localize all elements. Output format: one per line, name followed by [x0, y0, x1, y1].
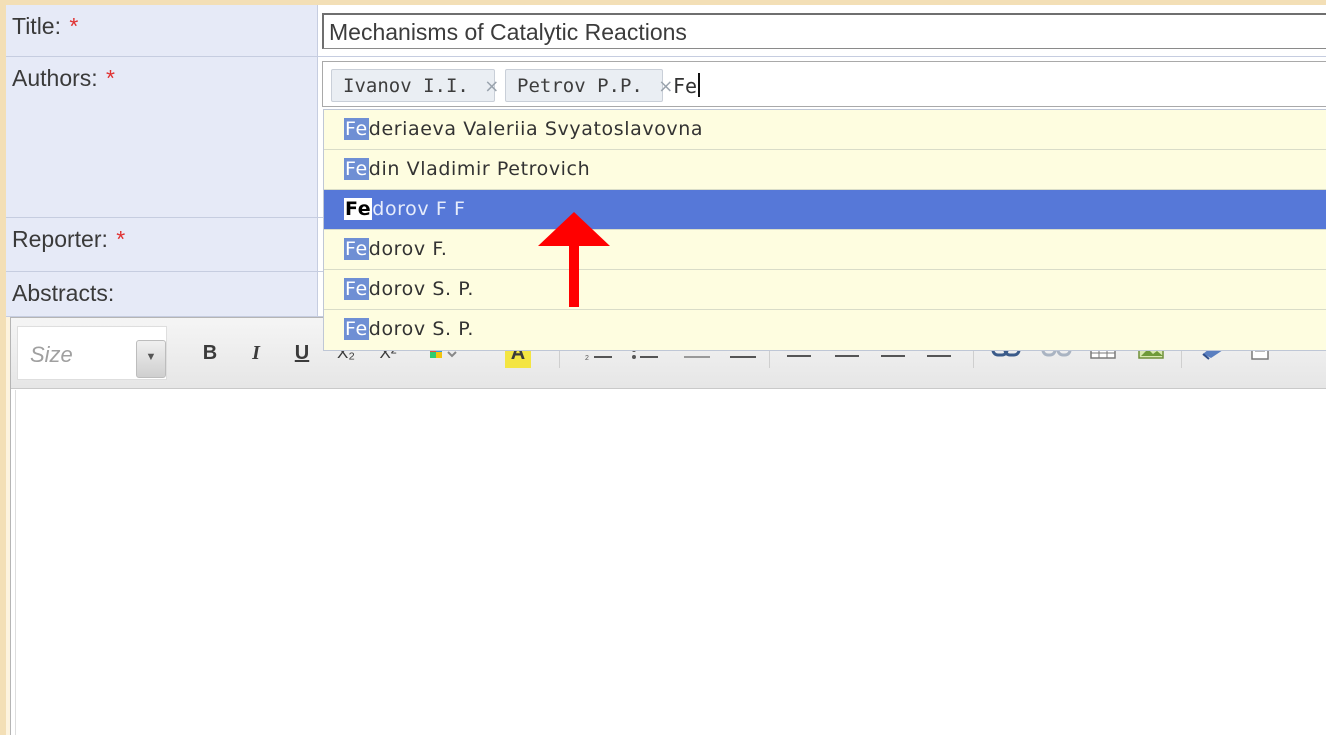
reporter-label-cell: Reporter: * [6, 218, 318, 272]
suggestion-rest: dorov F. [368, 238, 448, 260]
suggestion-item[interactable]: Fedorov S. P. [324, 310, 1326, 350]
reporter-label: Reporter: [12, 226, 108, 252]
text-caret [698, 73, 701, 97]
suggestion-match: Fe [344, 238, 369, 260]
suggestion-item[interactable]: Fedin Vladimir Petrovich [324, 150, 1326, 190]
abstracts-label-cell: Abstracts: [6, 272, 318, 317]
title-label: Title: [12, 13, 61, 39]
suggestion-item[interactable]: Fedorov F. [324, 230, 1326, 270]
title-value-cell: Mechanisms of Catalytic Reactions [318, 5, 1326, 57]
suggestion-match: Fe [344, 118, 369, 140]
italic-button[interactable]: I [243, 338, 269, 368]
authors-label: Authors: [12, 65, 98, 91]
remove-token-icon[interactable]: × [658, 76, 673, 97]
author-token[interactable]: Petrov P.P. × [505, 69, 673, 102]
chevron-down-icon[interactable]: ▼ [136, 340, 166, 378]
authors-tag-input[interactable]: Ivanov I.I. × Petrov P.P. × Fe [322, 61, 1326, 107]
suggestion-item[interactable]: Federiaeva Valeriia Svyatoslavovna [324, 110, 1326, 150]
abstracts-label: Abstracts: [12, 280, 115, 306]
author-token-label: Ivanov I.I. [343, 75, 469, 97]
title-input[interactable]: Mechanisms of Catalytic Reactions [322, 13, 1326, 49]
authors-label-cell: Authors: * [6, 57, 318, 218]
required-mark: * [116, 226, 126, 252]
author-search-text[interactable]: Fe [673, 73, 701, 98]
font-size-placeholder: Size [30, 342, 73, 367]
required-mark: * [69, 13, 79, 39]
suggestion-item[interactable]: Fedorov S. P. [324, 270, 1326, 310]
abstracts-editor: Size ▼ B I U X₂ X² A 12 [10, 317, 1326, 735]
svg-text:2: 2 [585, 355, 589, 362]
suggestion-match: Fe [344, 318, 369, 340]
required-mark: * [106, 65, 115, 91]
editor-content-area[interactable] [15, 390, 1326, 735]
suggestion-item-active[interactable]: Fedorov F F [324, 190, 1326, 230]
suggestion-match: Fe [344, 158, 369, 180]
suggestion-rest: din Vladimir Petrovich [368, 158, 591, 180]
remove-token-icon[interactable]: × [484, 76, 499, 97]
suggestion-rest: dorov F F [372, 198, 466, 220]
suggestion-rest: deriaeva Valeriia Svyatoslavovna [368, 118, 704, 140]
annotation-arrow-icon [538, 212, 610, 307]
underline-button[interactable]: U [289, 338, 315, 368]
font-size-select[interactable]: Size ▼ [17, 326, 167, 380]
bold-button[interactable]: B [197, 338, 223, 368]
suggestion-rest: dorov S. P. [368, 318, 475, 340]
suggestion-match: Fe [344, 278, 369, 300]
author-token-label: Petrov P.P. [517, 75, 643, 97]
suggestion-rest: dorov S. P. [368, 278, 475, 300]
author-token[interactable]: Ivanov I.I. × [331, 69, 499, 102]
title-label-cell: Title: * [6, 5, 318, 57]
suggestion-match: Fe [344, 198, 373, 220]
author-suggestions-dropdown: Federiaeva Valeriia Svyatoslavovna Fedin… [323, 109, 1326, 351]
